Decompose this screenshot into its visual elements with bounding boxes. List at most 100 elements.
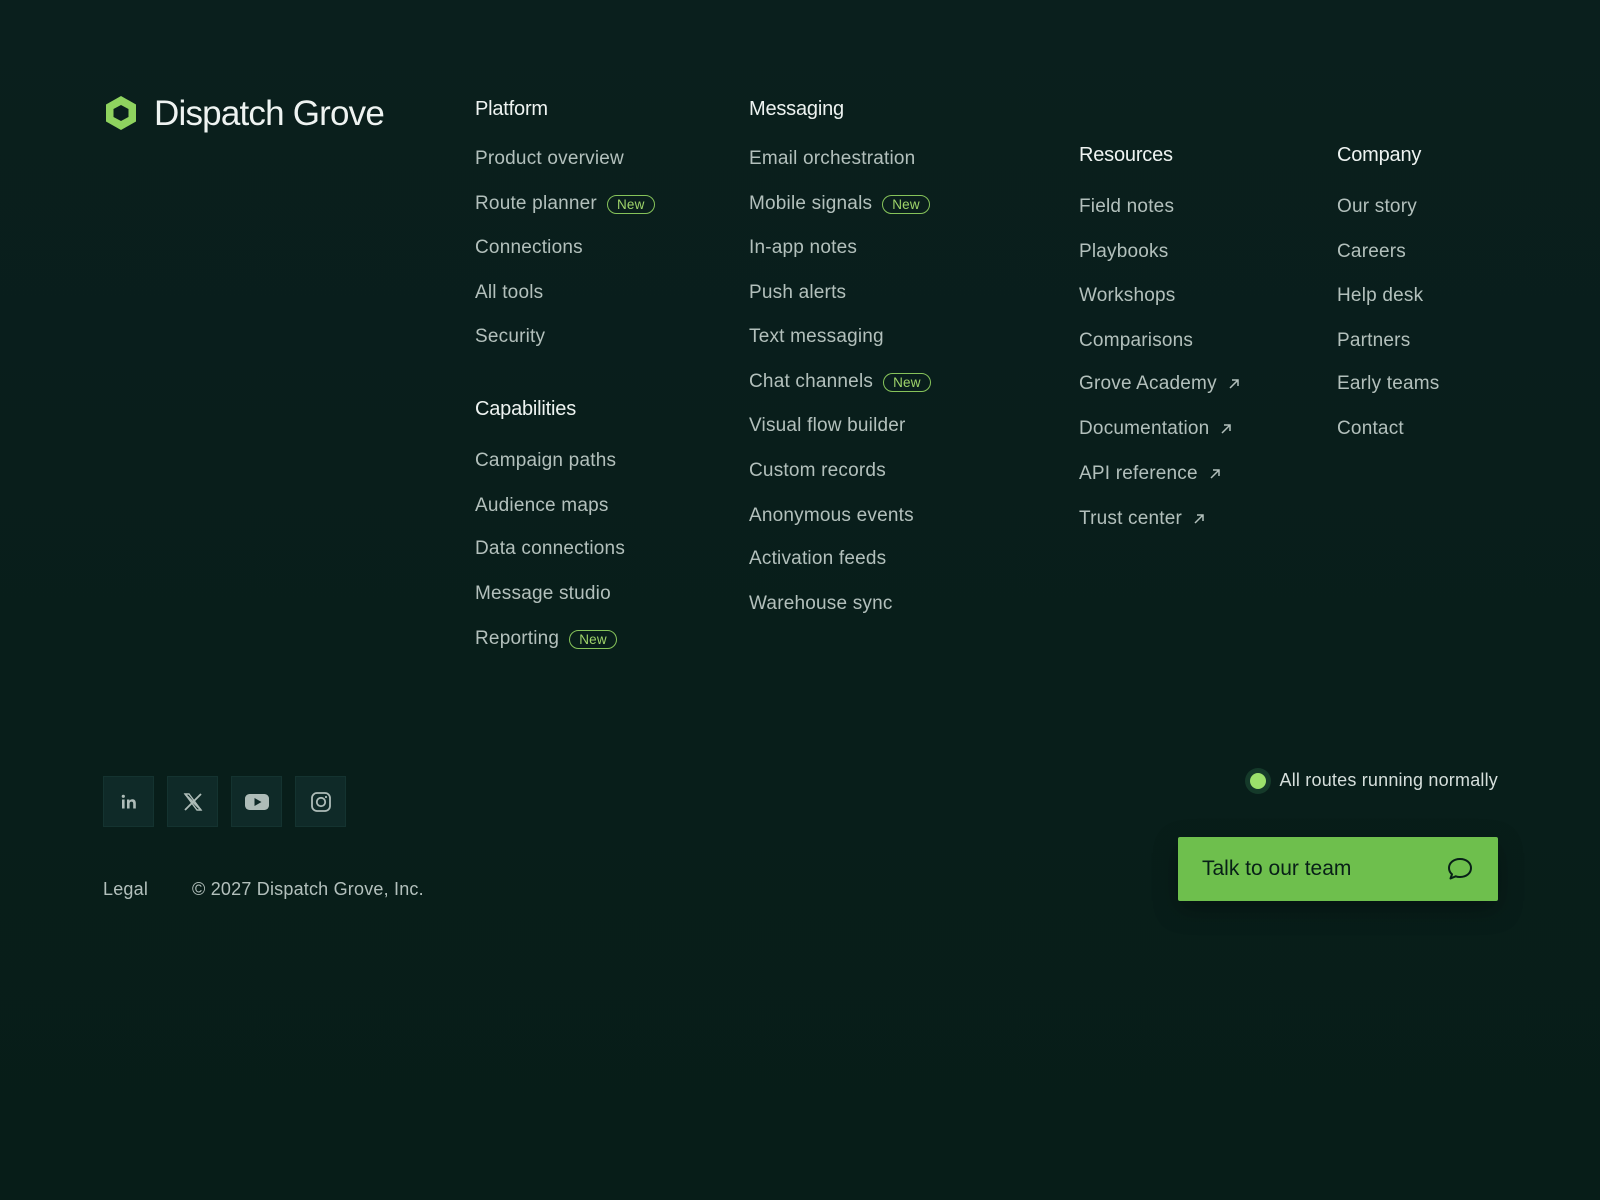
legal-link[interactable]: Legal xyxy=(103,879,148,900)
platform-heading: Platform xyxy=(475,98,548,120)
talk-to-team-button[interactable]: Talk to our team xyxy=(1178,837,1498,901)
instagram-icon xyxy=(310,791,331,812)
footer-link-text-messaging[interactable]: Text messaging xyxy=(749,325,884,349)
footer-link-activation-feeds[interactable]: Activation feeds xyxy=(749,547,886,571)
link-label: Reporting xyxy=(475,628,560,649)
footer-link-comparisons[interactable]: Comparisons xyxy=(1079,329,1193,353)
footer-link-email-orchestration[interactable]: Email orchestration xyxy=(749,147,915,171)
footer-link-early-teams[interactable]: Early teams xyxy=(1337,372,1440,396)
link-label: Email orchestration xyxy=(749,148,916,169)
footer-link-campaign-paths[interactable]: Campaign paths xyxy=(475,449,616,473)
link-label: Comparisons xyxy=(1079,330,1194,351)
x-icon xyxy=(183,792,202,811)
footer-link-contact[interactable]: Contact xyxy=(1337,417,1404,441)
link-label: Playbooks xyxy=(1079,241,1169,262)
footer-link-anonymous-events[interactable]: Anonymous events xyxy=(749,504,914,528)
footer-link-connections[interactable]: Connections xyxy=(475,236,583,260)
new-badge: New xyxy=(569,629,617,649)
footer-link-all-tools[interactable]: All tools xyxy=(475,281,543,305)
link-label: Our story xyxy=(1337,196,1417,217)
youtube-button[interactable] xyxy=(231,776,282,827)
messaging-heading: Messaging xyxy=(749,98,844,120)
resources-heading: Resources xyxy=(1079,144,1173,166)
link-label: Data connections xyxy=(475,538,626,559)
link-label: Security xyxy=(475,326,546,347)
link-label: Help desk xyxy=(1337,285,1424,306)
link-label: Partners xyxy=(1337,330,1411,351)
footer-link-product-overview[interactable]: Product overview xyxy=(475,147,624,171)
footer-link-help-desk[interactable]: Help desk xyxy=(1337,284,1423,308)
link-label: Trust center xyxy=(1079,508,1183,529)
footer-link-mobile-signals[interactable]: Mobile signals New xyxy=(749,192,930,216)
link-label: Custom records xyxy=(749,460,886,481)
youtube-icon xyxy=(244,793,269,810)
footer-link-message-studio[interactable]: Message studio xyxy=(475,582,611,606)
link-label: Careers xyxy=(1337,241,1406,262)
new-badge: New xyxy=(883,372,931,392)
status-text: All routes running normally xyxy=(1279,770,1498,790)
footer-link-custom-records[interactable]: Custom records xyxy=(749,459,886,483)
footer-link-api-reference[interactable]: API reference xyxy=(1079,462,1222,486)
footer-link-partners[interactable]: Partners xyxy=(1337,329,1410,353)
link-label: Mobile signals xyxy=(749,193,873,214)
link-label: Workshops xyxy=(1079,285,1176,306)
brand-logo-link[interactable]: Dispatch Grove xyxy=(104,93,385,133)
external-arrow-icon xyxy=(1229,379,1239,389)
link-label: Product overview xyxy=(475,148,624,169)
footer-link-data-connections[interactable]: Data connections xyxy=(475,537,625,561)
link-label: Early teams xyxy=(1337,373,1440,394)
new-badge: New xyxy=(882,194,930,214)
cta-label: Talk to our team xyxy=(1202,857,1352,880)
footer-link-reporting[interactable]: Reporting New xyxy=(475,627,617,651)
link-label: Grove Academy xyxy=(1079,373,1217,394)
footer-link-security[interactable]: Security xyxy=(475,325,545,349)
copyright-text: © 2027 Dispatch Grove, Inc. xyxy=(192,879,424,899)
footer-link-documentation[interactable]: Documentation xyxy=(1079,417,1233,441)
footer-link-warehouse-sync[interactable]: Warehouse sync xyxy=(749,592,893,616)
footer-link-grove-academy[interactable]: Grove Academy xyxy=(1079,372,1241,396)
instagram-button[interactable] xyxy=(295,776,346,827)
resources-column: Resources Field notes Playbooks Workshop… xyxy=(1079,143,1319,533)
link-label: Anonymous events xyxy=(749,505,914,526)
x-twitter-button[interactable] xyxy=(167,776,218,827)
link-label: API reference xyxy=(1079,463,1198,484)
footer-link-chat-channels[interactable]: Chat channels New xyxy=(749,370,931,394)
footer-link-field-notes[interactable]: Field notes xyxy=(1079,195,1174,219)
link-label: Route planner xyxy=(475,193,597,214)
social-links xyxy=(103,776,346,827)
link-label: Activation feeds xyxy=(749,548,887,569)
link-label: Documentation xyxy=(1079,418,1210,439)
platform-column: Platform Product overview Route planner N… xyxy=(475,97,715,347)
linkedin-icon xyxy=(121,794,136,808)
brand-name: Dispatch Grove xyxy=(154,93,385,133)
footer-link-playbooks[interactable]: Playbooks xyxy=(1079,240,1168,264)
link-label: All tools xyxy=(475,282,544,303)
footer-link-route-planner[interactable]: Route planner New xyxy=(475,192,655,216)
footer-link-careers[interactable]: Careers xyxy=(1337,240,1406,264)
status-dot-icon xyxy=(1249,772,1266,789)
footer-link-audience-maps[interactable]: Audience maps xyxy=(475,494,609,518)
external-arrow-icon xyxy=(1210,469,1220,479)
new-badge: New xyxy=(606,194,655,214)
system-status[interactable]: All routes running normally xyxy=(1249,770,1499,791)
link-label: Connections xyxy=(475,237,583,258)
link-label: Field notes xyxy=(1079,196,1175,217)
capabilities-heading: Capabilities xyxy=(475,398,576,420)
linkedin-button[interactable] xyxy=(103,776,154,827)
footer-link-our-story[interactable]: Our story xyxy=(1337,195,1417,219)
footer-link-workshops[interactable]: Workshops xyxy=(1079,284,1176,308)
link-label: Contact xyxy=(1337,418,1404,439)
link-label: Warehouse sync xyxy=(749,593,893,614)
external-arrow-icon xyxy=(1194,514,1204,524)
link-label: Push alerts xyxy=(749,282,847,303)
footer-link-visual-flow-builder[interactable]: Visual flow builder xyxy=(749,414,906,438)
link-label: Text messaging xyxy=(749,326,884,347)
company-column: Company Our story Careers Help desk Part… xyxy=(1337,143,1537,453)
link-label: Chat channels xyxy=(749,371,874,392)
link-label: Audience maps xyxy=(475,495,609,516)
link-label: In-app notes xyxy=(749,237,858,258)
footer-link-in-app-notes[interactable]: In-app notes xyxy=(749,236,857,260)
external-arrow-icon xyxy=(1221,424,1232,434)
footer-link-trust-center[interactable]: Trust center xyxy=(1079,507,1206,531)
footer-link-push-alerts[interactable]: Push alerts xyxy=(749,281,846,305)
